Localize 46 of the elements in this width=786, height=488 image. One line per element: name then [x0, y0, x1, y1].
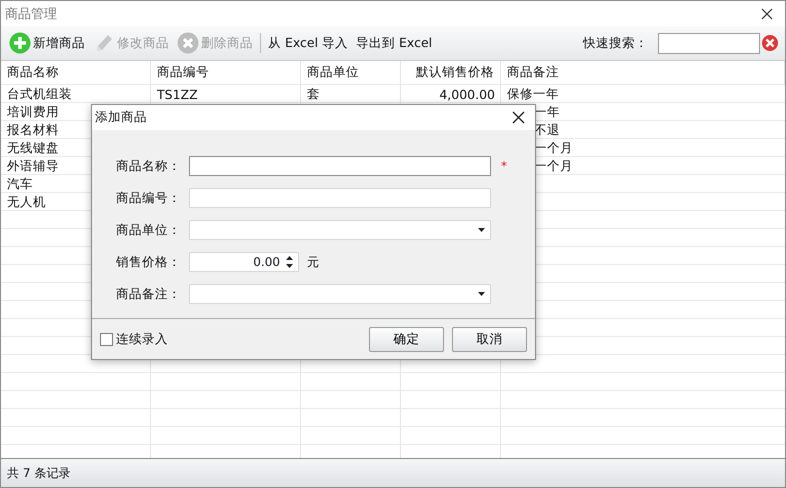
table-cell: 保修一年 [507, 86, 559, 102]
field-label: 商品备注： [115, 286, 182, 302]
clear-icon[interactable] [761, 34, 779, 52]
column-header[interactable]: 默认销售价格 [401, 61, 501, 85]
unit-label: 元 [307, 254, 319, 270]
ok-button[interactable]: 确定 [369, 326, 444, 352]
table-cell: TS1ZZ [157, 86, 198, 102]
column-header[interactable]: 商品名称 [1, 61, 151, 85]
table-cell: 培训费用 [7, 104, 59, 120]
plus-icon [9, 32, 31, 54]
toolbar-button[interactable]: 从 Excel 导入 [264, 29, 352, 57]
table-cell: 套 [307, 86, 320, 102]
dialog-title: 添加商品 [95, 109, 147, 126]
dropdown-field[interactable] [189, 284, 491, 304]
spinner-icon[interactable] [286, 256, 293, 268]
dropdown-field[interactable] [189, 220, 491, 240]
close-icon[interactable] [512, 111, 525, 124]
table-cell: 4,000.00 [439, 86, 495, 102]
table-cell: 无人机 [7, 194, 46, 210]
record-count: 共 7 条记录 [7, 464, 70, 482]
field-label: 商品编号： [115, 190, 182, 206]
table-cell: 外语辅导 [7, 158, 59, 174]
close-icon[interactable] [761, 8, 773, 20]
add-button[interactable]: 新增商品 [5, 29, 89, 57]
cancel-button[interactable]: 取消 [452, 326, 527, 352]
field-label: 商品名称： [115, 158, 182, 174]
column-header[interactable]: 商品备注 [501, 61, 785, 85]
table-cell: 无线键盘 [7, 140, 59, 156]
window-title: 商品管理 [5, 6, 57, 22]
caret-icon [478, 292, 485, 296]
required-mark: * [501, 159, 507, 173]
field-label: 商品单位： [115, 222, 182, 238]
delete-icon [177, 32, 199, 54]
column-header[interactable]: 商品单位 [301, 61, 401, 85]
table-cell: 报名材料 [7, 122, 59, 138]
field-label: 销售价格： [115, 254, 182, 270]
number-field[interactable]: 0.00 [189, 252, 299, 272]
caret-icon [478, 228, 485, 232]
search-label: 快速搜索： [583, 34, 648, 52]
table-cell: 汽车 [7, 176, 33, 192]
input-field[interactable] [189, 156, 491, 176]
table-cell: 台式机组装 [7, 86, 72, 102]
column-header[interactable]: 商品编号 [151, 61, 301, 85]
toolbar-button[interactable]: 导出到 Excel [352, 29, 436, 57]
continuous-checkbox[interactable]: 连续录入 [100, 330, 168, 348]
search-field[interactable] [658, 32, 760, 54]
